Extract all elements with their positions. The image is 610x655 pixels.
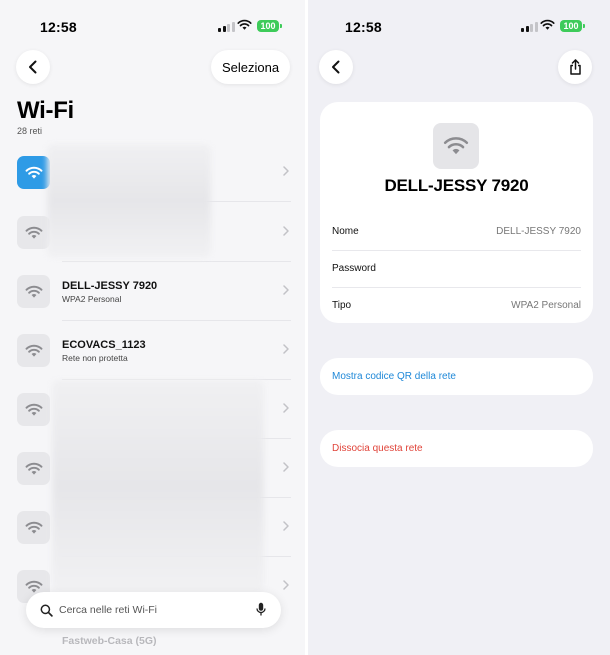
show-qr-code-label: Mostra codice QR della rete bbox=[332, 371, 456, 382]
network-row[interactable]: ECOVACS_1123 Rete non protetta bbox=[0, 322, 305, 380]
info-label: Tipo bbox=[332, 300, 352, 311]
privacy-blur bbox=[47, 144, 211, 258]
forget-network-label: Dissocia questa rete bbox=[332, 443, 423, 454]
search-icon bbox=[40, 604, 53, 617]
status-bar: 12:58 100 bbox=[0, 0, 305, 44]
wifi-list-screen: 12:58 100 Seleziona Wi-Fi 28 reti DELL-J… bbox=[0, 0, 305, 655]
chevron-right-icon bbox=[283, 521, 289, 531]
battery-icon: 100 bbox=[257, 20, 282, 32]
network-icon bbox=[433, 123, 479, 169]
search-bar[interactable] bbox=[26, 592, 281, 628]
network-ssid: DELL-JESSY 7920 bbox=[384, 176, 529, 195]
select-button[interactable]: Seleziona bbox=[211, 50, 290, 84]
share-button[interactable] bbox=[558, 50, 592, 84]
forget-network-button[interactable]: Dissocia questa rete bbox=[320, 430, 593, 467]
network-name: ECOVACS_1123 bbox=[62, 339, 146, 351]
wifi-icon bbox=[25, 462, 42, 475]
chevron-right-icon bbox=[283, 403, 289, 413]
chevron-right-icon bbox=[283, 344, 289, 354]
network-icon bbox=[17, 156, 50, 189]
search-input[interactable] bbox=[59, 604, 229, 616]
network-icon bbox=[17, 511, 50, 544]
network-row[interactable]: DELL-JESSY 7920 WPA2 Personal bbox=[0, 263, 305, 321]
info-value: WPA2 Personal bbox=[511, 300, 581, 311]
status-bar: 12:58 100 bbox=[308, 0, 610, 44]
network-icon bbox=[17, 334, 50, 367]
network-icon bbox=[17, 452, 50, 485]
network-icon bbox=[17, 393, 50, 426]
chevron-left-icon bbox=[29, 60, 37, 74]
chevron-right-icon bbox=[283, 285, 289, 295]
battery-icon: 100 bbox=[560, 20, 585, 32]
wifi-icon bbox=[25, 521, 42, 534]
show-qr-code-button[interactable]: Mostra codice QR della rete bbox=[320, 358, 593, 395]
cellular-signal-icon bbox=[521, 21, 538, 32]
network-icon bbox=[17, 275, 50, 308]
wifi-icon bbox=[443, 137, 469, 155]
wifi-icon bbox=[25, 344, 42, 357]
back-button[interactable] bbox=[16, 50, 50, 84]
divider bbox=[62, 320, 291, 321]
wifi-status-icon bbox=[237, 19, 252, 30]
network-icon bbox=[17, 216, 50, 249]
chevron-right-icon bbox=[283, 166, 289, 176]
info-value: DELL-JESSY 7920 bbox=[496, 226, 581, 237]
network-name: DELL-JESSY 7920 bbox=[62, 280, 158, 292]
network-security: Rete non protetta bbox=[62, 353, 128, 363]
chevron-right-icon bbox=[283, 580, 289, 590]
status-time: 12:58 bbox=[345, 19, 382, 35]
wifi-icon bbox=[25, 403, 42, 416]
back-button[interactable] bbox=[319, 50, 353, 84]
wifi-icon bbox=[25, 166, 42, 179]
info-row-password[interactable]: Password bbox=[332, 251, 581, 288]
share-icon bbox=[569, 59, 581, 75]
info-row-name: Nome DELL-JESSY 7920 bbox=[332, 214, 581, 251]
privacy-blur bbox=[52, 380, 264, 592]
chevron-right-icon bbox=[283, 226, 289, 236]
info-label: Nome bbox=[332, 226, 359, 237]
microphone-icon[interactable] bbox=[256, 602, 266, 617]
info-label: Password bbox=[332, 263, 376, 274]
partially-hidden-network: Fastweb-Casa (5G) bbox=[62, 635, 157, 647]
network-info-card: DELL-JESSY 7920 Nome DELL-JESSY 7920 Pas… bbox=[320, 102, 593, 323]
status-time: 12:58 bbox=[40, 19, 77, 35]
chevron-right-icon bbox=[283, 462, 289, 472]
wifi-icon bbox=[25, 285, 42, 298]
network-count: 28 reti bbox=[17, 126, 43, 136]
cellular-signal-icon bbox=[218, 21, 235, 32]
wifi-status-icon bbox=[540, 19, 555, 30]
wifi-icon bbox=[25, 226, 42, 239]
chevron-left-icon bbox=[332, 60, 340, 74]
page-title: Wi-Fi bbox=[17, 97, 74, 124]
screenshot-stage: 12:58 100 Seleziona Wi-Fi 28 reti DELL-J… bbox=[0, 0, 610, 655]
network-security: WPA2 Personal bbox=[62, 294, 122, 304]
info-row-type: Tipo WPA2 Personal bbox=[332, 288, 581, 325]
divider bbox=[62, 261, 291, 262]
network-detail-screen: 12:58 100 DELL-JESSY 7920 Nome DELL-JESS… bbox=[308, 0, 610, 655]
